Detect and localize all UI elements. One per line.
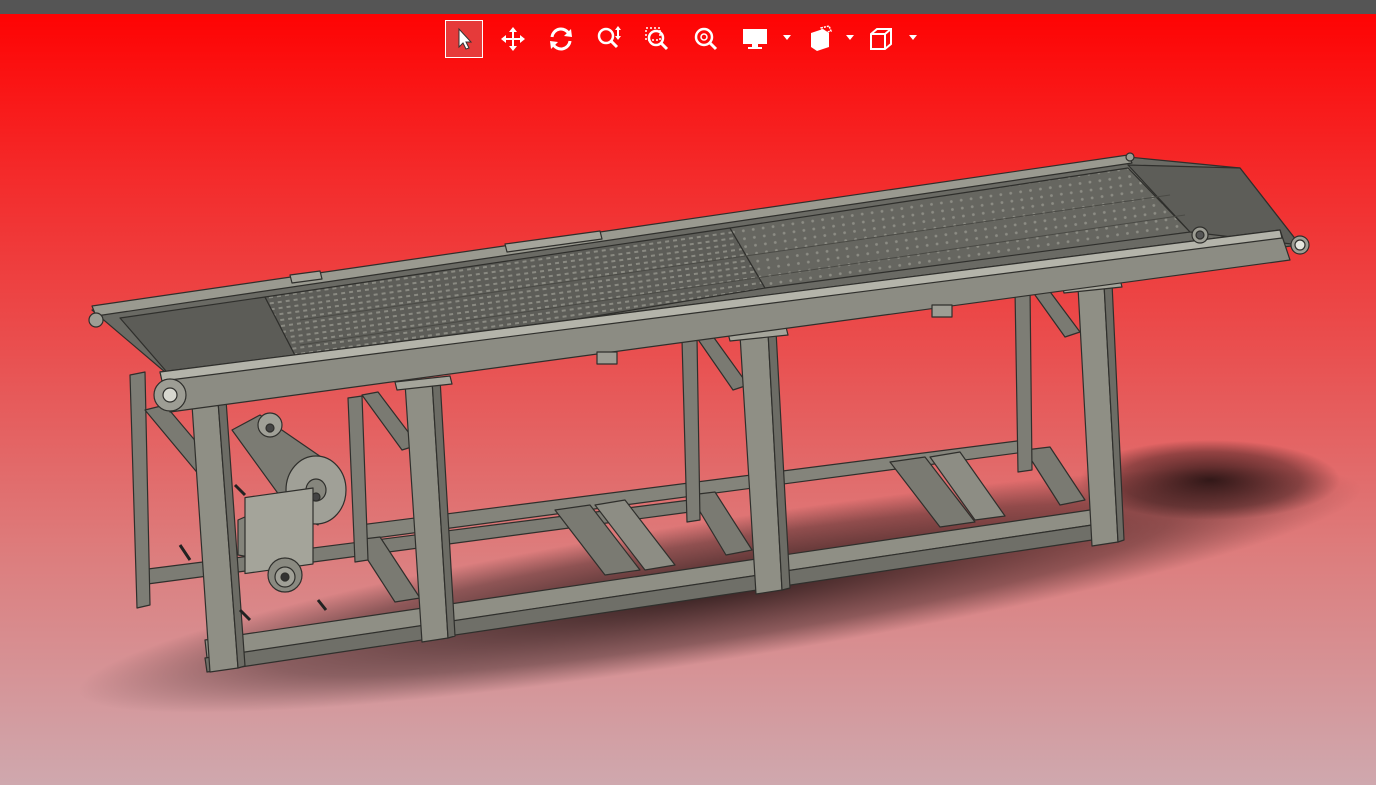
zoom-to-area-button[interactable] — [638, 20, 676, 58]
window-title-bar — [0, 0, 1376, 14]
view-toolbar — [0, 18, 1376, 60]
view-orientation-dropdown[interactable] — [908, 32, 918, 44]
zoom-to-fit-icon — [694, 27, 718, 51]
pan-move-icon — [501, 27, 525, 51]
select-tool-button[interactable] — [445, 20, 483, 58]
zoom-to-area-icon — [645, 27, 669, 51]
3d-model-viewport[interactable] — [0, 14, 1376, 785]
rotate-tool-button[interactable] — [542, 20, 580, 58]
conveyor-model — [77, 152, 1363, 713]
section-view-icon — [811, 25, 833, 51]
zoom-to-fit-button[interactable] — [687, 20, 725, 58]
leg-back-1 — [129, 371, 151, 609]
display-style-dropdown[interactable] — [782, 32, 792, 44]
chevron-down-icon — [783, 35, 791, 40]
view-orientation-cube-icon — [870, 28, 892, 50]
section-view-button[interactable] — [800, 20, 838, 58]
section-view-dropdown[interactable] — [845, 32, 855, 44]
pan-tool-button[interactable] — [494, 20, 532, 58]
view-orientation-button[interactable] — [862, 20, 900, 58]
chevron-down-icon — [909, 35, 917, 40]
display-monitor-icon — [743, 29, 767, 49]
drive-motor — [237, 487, 314, 593]
chevron-down-icon — [846, 35, 854, 40]
display-style-button[interactable] — [736, 20, 774, 58]
zoom-in-out-icon — [597, 26, 621, 49]
select-arrow-icon — [458, 27, 473, 50]
zoom-in-out-button[interactable] — [590, 20, 628, 58]
rotate-icon — [550, 27, 572, 51]
